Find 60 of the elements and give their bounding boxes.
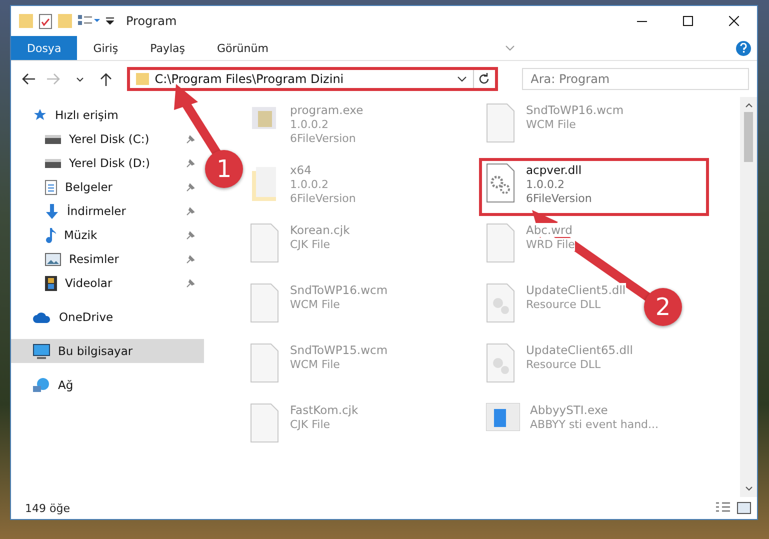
gear-file-icon [486, 163, 516, 204]
scroll-down-icon[interactable] [744, 486, 752, 491]
expand-ribbon-icon[interactable] [505, 45, 516, 51]
network-icon [33, 378, 50, 392]
properties-icon[interactable] [39, 14, 52, 28]
nav-item[interactable]: Belgeler [11, 175, 204, 199]
drive-icon [45, 158, 61, 168]
blank-file-icon [250, 283, 280, 324]
maximize-icon [683, 16, 693, 26]
blank-file-icon [486, 223, 516, 264]
cloud-icon [33, 312, 51, 322]
music-note-icon [45, 228, 56, 242]
file-item[interactable]: acpver.dll 1.0.0.2 6FileVersion [480, 159, 708, 215]
close-icon [729, 16, 739, 26]
gear-file-icon [486, 343, 516, 384]
document-icon [45, 180, 57, 194]
picture-icon [45, 252, 61, 266]
film-icon [45, 276, 57, 290]
ribbon-tab[interactable]: Görünüm [201, 36, 284, 60]
ribbon-tab[interactable]: Paylaş [134, 36, 201, 60]
nav-item[interactable]: İndirmeler [11, 199, 204, 223]
blank-file-icon [486, 103, 516, 144]
ribbon-tab[interactable]: Dosya [11, 36, 78, 60]
gear-file-icon [486, 283, 516, 324]
nav-item[interactable]: Yerel Disk (C:) [11, 127, 204, 151]
drive-icon [45, 134, 61, 144]
minimize-icon [637, 20, 647, 22]
nav-item[interactable]: Videolar [11, 271, 204, 295]
ribbon-tab[interactable]: Giriş [77, 36, 134, 60]
chevron-down-icon [76, 76, 84, 82]
download-arrow-icon [45, 204, 59, 218]
nav-item[interactable]: Resimler [11, 247, 204, 271]
blank-file-icon [250, 343, 280, 384]
scroll-thumb[interactable] [744, 112, 753, 162]
nav-item[interactable]: Müzik [11, 223, 204, 247]
view-options-icon[interactable] [78, 15, 100, 27]
scroll-up-icon[interactable] [744, 103, 752, 108]
nav-item[interactable]: Ağ [11, 373, 204, 397]
nav-item[interactable]: Bu bilgisayar [11, 339, 204, 363]
star-icon [33, 108, 47, 122]
scrollbar[interactable] [740, 97, 757, 497]
folder-icon [136, 73, 149, 85]
nav-item[interactable]: Hızlı erişim [11, 103, 204, 127]
details-view-icon[interactable] [715, 502, 731, 514]
blank-file-icon [250, 403, 280, 444]
chevron-down-icon[interactable] [456, 76, 467, 82]
refresh-icon [478, 73, 490, 85]
nav-item[interactable]: Yerel Disk (D:) [11, 151, 204, 175]
search-field[interactable]: Ara: Program [522, 68, 749, 90]
computer-icon [33, 344, 50, 358]
blank-file-icon [250, 223, 280, 264]
window-title: Program [126, 14, 177, 28]
large-icons-view-icon[interactable] [737, 502, 751, 514]
item-count: 149 öğe [25, 502, 70, 514]
dropdown-icon[interactable] [106, 17, 114, 25]
help-icon[interactable] [736, 40, 751, 56]
application-icon [486, 403, 520, 431]
folder-icon [19, 14, 33, 28]
address-field[interactable]: C:\Program Files\Program Dizini [126, 67, 498, 91]
nav-item[interactable]: OneDrive [11, 305, 204, 329]
